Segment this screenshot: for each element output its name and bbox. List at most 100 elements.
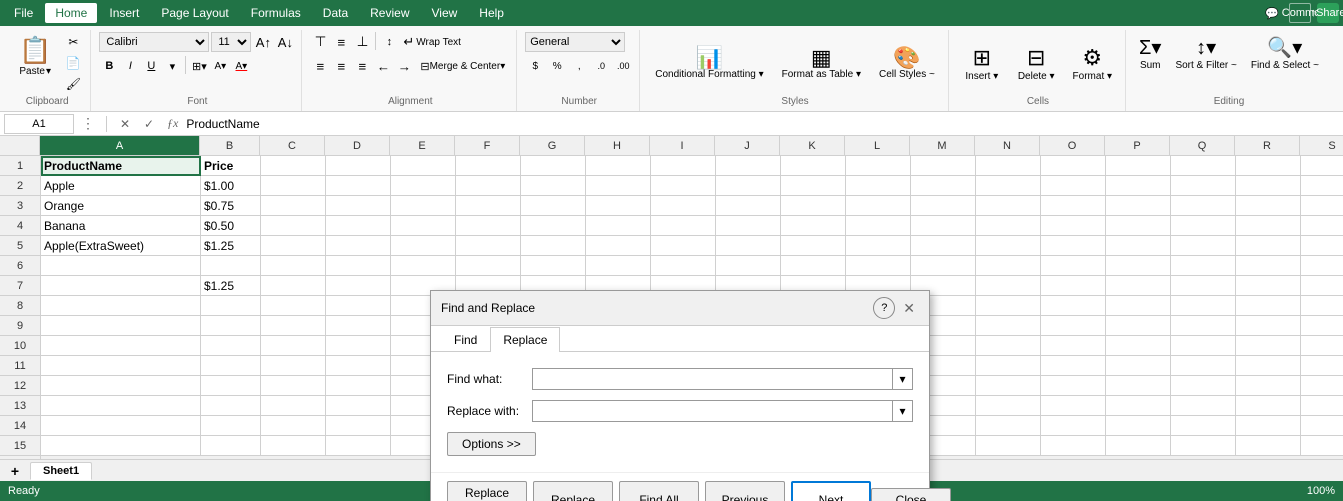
cell-P13[interactable] <box>1106 396 1171 416</box>
cell-P12[interactable] <box>1106 376 1171 396</box>
cell-H1[interactable] <box>586 156 651 176</box>
cell-N8[interactable] <box>976 296 1041 316</box>
cell-Q4[interactable] <box>1171 216 1236 236</box>
cell-I5[interactable] <box>651 236 716 256</box>
cell-O8[interactable] <box>1041 296 1106 316</box>
cell-R13[interactable] <box>1236 396 1301 416</box>
cell-O14[interactable] <box>1041 416 1106 436</box>
cell-N10[interactable] <box>976 336 1041 356</box>
cell-J1[interactable] <box>716 156 781 176</box>
cell-O9[interactable] <box>1041 316 1106 336</box>
comments-button[interactable]: 💬 Comments <box>1289 3 1311 23</box>
cell-O2[interactable] <box>1041 176 1106 196</box>
sheet-tab-1[interactable]: Sheet1 <box>30 462 92 480</box>
cell-A9[interactable] <box>41 316 201 336</box>
col-header-H[interactable]: H <box>585 136 650 155</box>
number-format-select[interactable]: General <box>525 32 625 52</box>
cell-R4[interactable] <box>1236 216 1301 236</box>
align-left-button[interactable]: ≡ <box>310 56 330 76</box>
align-bottom-button[interactable]: ⊥ <box>352 32 372 52</box>
cell-D13[interactable] <box>326 396 391 416</box>
cell-N2[interactable] <box>976 176 1041 196</box>
cell-A2[interactable]: Apple <box>41 176 201 196</box>
cell-S11[interactable] <box>1301 356 1343 376</box>
cell-Q5[interactable] <box>1171 236 1236 256</box>
col-header-S[interactable]: S <box>1300 136 1343 155</box>
cell-I3[interactable] <box>651 196 716 216</box>
col-header-G[interactable]: G <box>520 136 585 155</box>
cell-P6[interactable] <box>1106 256 1171 276</box>
cell-D3[interactable] <box>326 196 391 216</box>
cell-C10[interactable] <box>261 336 326 356</box>
cell-Q8[interactable] <box>1171 296 1236 316</box>
cell-E4[interactable] <box>391 216 456 236</box>
cell-A13[interactable] <box>41 396 201 416</box>
row-header-10[interactable]: 10 <box>0 336 40 356</box>
dialog-tab-replace[interactable]: Replace <box>490 327 560 352</box>
cell-L4[interactable] <box>846 216 911 236</box>
cell-P10[interactable] <box>1106 336 1171 356</box>
cell-N3[interactable] <box>976 196 1041 216</box>
cell-J5[interactable] <box>716 236 781 256</box>
cell-S4[interactable] <box>1301 216 1343 236</box>
dialog-tab-find[interactable]: Find <box>441 327 490 352</box>
cell-L5[interactable] <box>846 236 911 256</box>
cell-B5[interactable]: $1.25 <box>201 236 261 256</box>
cell-N1[interactable] <box>976 156 1041 176</box>
cell-E6[interactable] <box>391 256 456 276</box>
replace-all-button[interactable]: Replace All <box>447 481 527 501</box>
col-header-J[interactable]: J <box>715 136 780 155</box>
cell-P2[interactable] <box>1106 176 1171 196</box>
cell-D4[interactable] <box>326 216 391 236</box>
cell-M2[interactable] <box>911 176 976 196</box>
cell-D11[interactable] <box>326 356 391 376</box>
font-color-button[interactable]: A▾ <box>231 56 251 76</box>
cell-L6[interactable] <box>846 256 911 276</box>
cell-M3[interactable] <box>911 196 976 216</box>
cell-K2[interactable] <box>781 176 846 196</box>
cell-C13[interactable] <box>261 396 326 416</box>
cell-R2[interactable] <box>1236 176 1301 196</box>
cell-R15[interactable] <box>1236 436 1301 456</box>
font-name-select[interactable]: Calibri <box>99 32 209 52</box>
find-what-dropdown[interactable]: ▾ <box>893 368 913 390</box>
cell-O13[interactable] <box>1041 396 1106 416</box>
underline-button[interactable]: U <box>141 56 161 76</box>
cell-B4[interactable]: $0.50 <box>201 216 261 236</box>
cell-D1[interactable] <box>326 156 391 176</box>
cell-H6[interactable] <box>586 256 651 276</box>
cell-E5[interactable] <box>391 236 456 256</box>
cell-B1[interactable]: Price <box>201 156 261 176</box>
cell-Q2[interactable] <box>1171 176 1236 196</box>
cell-C9[interactable] <box>261 316 326 336</box>
cell-D12[interactable] <box>326 376 391 396</box>
cell-N13[interactable] <box>976 396 1041 416</box>
menu-formulas[interactable]: Formulas <box>241 3 311 23</box>
row-header-7[interactable]: 7 <box>0 276 40 296</box>
cell-R1[interactable] <box>1236 156 1301 176</box>
cell-A10[interactable] <box>41 336 201 356</box>
cell-B9[interactable] <box>201 316 261 336</box>
cell-H4[interactable] <box>586 216 651 236</box>
cell-R9[interactable] <box>1236 316 1301 336</box>
cell-B10[interactable] <box>201 336 261 356</box>
sort-filter-button[interactable]: ↕▾ Sort & Filter ~ <box>1170 32 1241 74</box>
row-header-8[interactable]: 8 <box>0 296 40 316</box>
cell-N7[interactable] <box>976 276 1041 296</box>
decrease-font-button[interactable]: A↓ <box>275 32 295 52</box>
next-button[interactable]: Next <box>791 481 871 501</box>
menu-insert[interactable]: Insert <box>99 3 149 23</box>
cell-P11[interactable] <box>1106 356 1171 376</box>
cell-D6[interactable] <box>326 256 391 276</box>
cell-A1[interactable]: ProductName <box>41 156 201 176</box>
previous-button[interactable]: Previous <box>705 481 785 501</box>
cell-ref-input[interactable] <box>4 114 74 134</box>
cell-R11[interactable] <box>1236 356 1301 376</box>
cell-styles-button[interactable]: 🎨 Cell Styles ~ <box>872 44 942 83</box>
cell-F2[interactable] <box>456 176 521 196</box>
cell-A8[interactable] <box>41 296 201 316</box>
insert-button[interactable]: ⊞ Insert ▾ <box>957 42 1007 85</box>
row-header-11[interactable]: 11 <box>0 356 40 376</box>
cell-J3[interactable] <box>716 196 781 216</box>
row-header-2[interactable]: 2 <box>0 176 40 196</box>
